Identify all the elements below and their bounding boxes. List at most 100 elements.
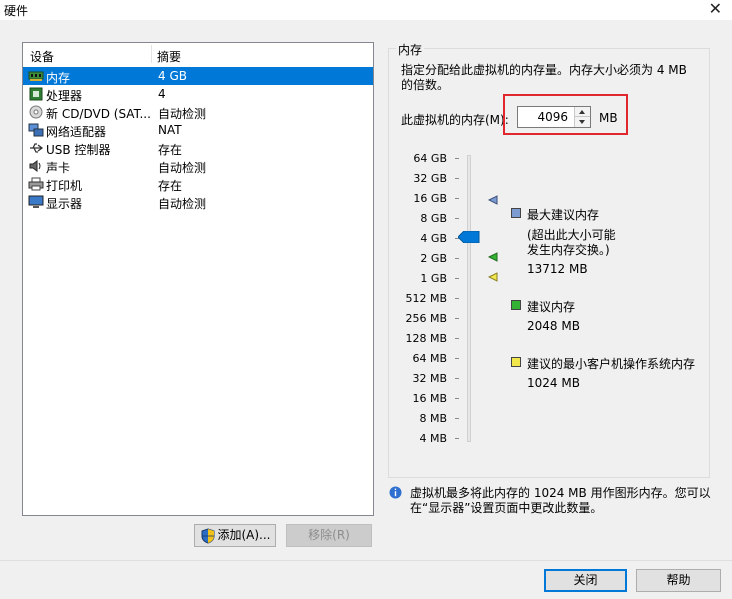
uac-shield-icon [201,528,215,544]
max-recommended-value: 13712 MB [527,262,588,276]
device-row-cd-dvd[interactable]: 新 CD/DVD (SAT... 自动检测 [23,103,373,121]
device-row-network-adapter[interactable]: 网络适配器 NAT [23,121,373,139]
device-name: 新 CD/DVD (SAT... [46,107,151,121]
column-header-device[interactable]: 设备 [30,48,54,65]
recommended-value: 2048 MB [527,319,580,333]
close-button-label: 关闭 [573,573,598,587]
tick-mark [455,398,459,399]
scale-label-128mb: 128 MB [405,332,447,345]
processor-icon [29,87,43,101]
scale-label-8mb: 8 MB [419,412,447,425]
tick-mark [455,278,459,279]
recommended-marker-icon [488,252,498,262]
footer-separator [0,560,732,561]
close-button[interactable]: 关闭 [544,569,627,592]
device-name: 打印机 [46,179,83,193]
device-name: USB 控制器 [46,143,111,157]
recommended-label: 建议内存 [527,300,576,314]
scale-label-16gb: 16 GB [413,192,447,205]
min-guest-marker-icon [488,272,498,282]
title-bar: 硬件 [0,0,732,20]
min-guest-legend-icon [511,357,521,367]
display-icon [28,195,44,208]
device-row-processor[interactable]: 处理器 4 [23,85,373,103]
scale-label-1gb: 1 GB [420,272,447,285]
min-guest-label: 建议的最小客户机操作系统内存 [527,357,696,371]
device-list[interactable]: 设备 摘要 内存 4 GB 处理器 4 新 CD/DVD (SAT... 自动检… [22,42,374,516]
memory-group-label: 内存 [396,41,425,58]
memory-slider-thumb[interactable] [458,231,480,243]
device-row-display[interactable]: 显示器 自动检测 [23,193,373,211]
scale-label-32gb: 32 GB [413,172,447,185]
scale-label-4mb: 4 MB [419,432,447,445]
device-name: 显示器 [46,197,83,211]
device-row-printer[interactable]: 打印机 存在 [23,175,373,193]
add-button-label: 添加(A)... [217,528,271,542]
remove-button-label: 移除(R) [308,528,350,542]
device-name: 内存 [46,71,71,85]
memory-slider-track[interactable] [467,155,471,442]
tick-mark [455,218,459,219]
graphics-memory-info: 虚拟机最多将此内存的 1024 MB 用作图形内存。您可以在“显示器”设置页面中… [410,486,711,515]
max-recommended-label: 最大建议内存 [527,208,600,222]
scale-label-8gb: 8 GB [420,212,447,225]
scale-label-2gb: 2 GB [420,252,447,265]
tick-mark [455,198,459,199]
list-header: 设备 摘要 [23,43,373,65]
network-adapter-icon [28,123,44,137]
column-header-summary[interactable]: 摘要 [157,48,181,65]
device-name: 处理器 [46,89,83,103]
scale-label-32mb: 32 MB [412,372,447,385]
sound-card-icon [29,160,41,172]
tick-mark [455,358,459,359]
tick-mark [455,298,459,299]
tick-mark [455,438,459,439]
column-separator[interactable] [151,45,152,63]
close-window-icon[interactable] [709,0,722,18]
tick-mark [455,378,459,379]
scale-label-256mb: 256 MB [405,312,447,325]
remove-device-button[interactable]: 移除(R) [286,524,372,547]
tick-mark [455,258,459,259]
device-summary: 自动检测 [158,107,207,121]
device-summary: 自动检测 [158,161,207,175]
device-row-memory[interactable]: 内存 4 GB [23,67,373,85]
device-row-sound-card[interactable]: 声卡 自动检测 [23,157,373,175]
device-name: 网络适配器 [46,125,107,139]
device-summary: 自动检测 [158,197,207,211]
memory-field-label: 此虚拟机的内存(M): [401,113,509,127]
window-title: 硬件 [4,4,29,18]
tick-mark [455,318,459,319]
device-summary: 存在 [158,143,183,157]
memory-description: 指定分配给此虚拟机的内存量。内存大小必须为 4 MB 的倍数。 [401,63,687,92]
min-guest-value: 1024 MB [527,376,580,390]
scale-label-512mb: 512 MB [405,292,447,305]
add-device-button[interactable]: 添加(A)... [194,524,276,547]
max-recommended-legend-icon [511,208,521,218]
device-summary: 存在 [158,179,183,193]
red-highlight-box [503,94,628,135]
max-recommended-note-line2: 发生内存交换。) [527,243,610,257]
device-name: 声卡 [46,161,71,175]
help-button-label: 帮助 [666,573,691,587]
scale-label-64gb: 64 GB [413,152,447,165]
help-button[interactable]: 帮助 [636,569,721,592]
scale-label-4gb: 4 GB [420,232,447,245]
printer-icon [28,177,44,191]
tick-mark [455,338,459,339]
device-row-usb[interactable]: USB 控制器 存在 [23,139,373,157]
recommended-legend-icon [511,300,521,310]
tick-mark [455,158,459,159]
usb-icon [30,143,44,153]
info-icon [389,486,402,499]
device-summary: NAT [158,123,182,137]
max-recommended-marker-icon [488,195,498,205]
memory-icon [28,71,44,81]
device-summary: 4 GB [158,69,187,83]
cd-dvd-icon [29,105,43,119]
scale-label-16mb: 16 MB [412,392,447,405]
scale-label-64mb: 64 MB [412,352,447,365]
tick-mark [455,178,459,179]
tick-mark [455,418,459,419]
device-summary: 4 [158,87,166,101]
